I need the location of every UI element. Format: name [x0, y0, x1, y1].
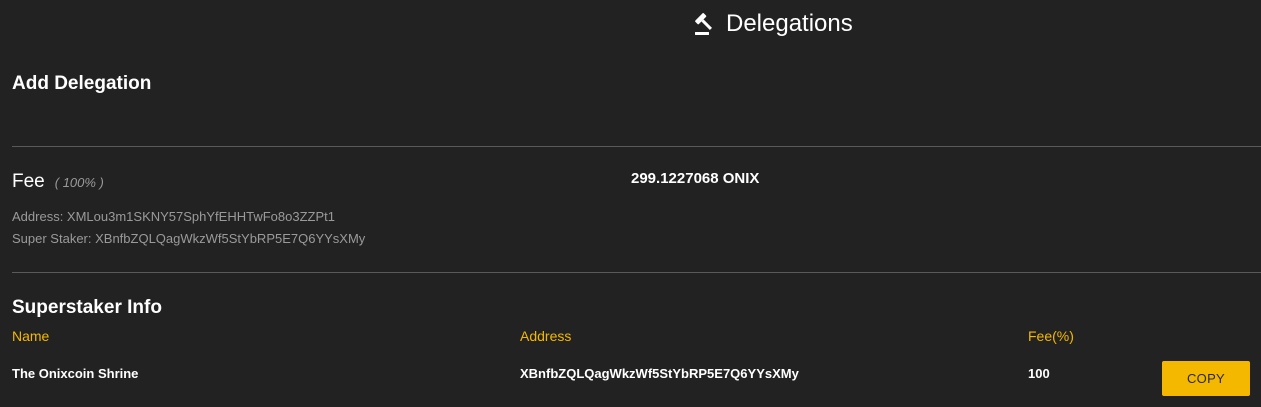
superstaker-name: The Onixcoin Shrine: [12, 366, 139, 381]
fee-row: Fee ( 100% ): [12, 171, 104, 193]
column-header-address: Address: [520, 328, 572, 344]
add-delegation-title: Add Delegation: [12, 73, 152, 94]
divider: [12, 272, 1261, 273]
gavel-icon: [694, 12, 718, 36]
fee-label: Fee: [12, 171, 45, 192]
delegations-page: Delegations Add Delegation Fee ( 100% ) …: [0, 0, 1261, 407]
delegation-address: Address: XMLou3m1SKNY57SphYfEHHTwFo8o3ZZ…: [12, 209, 335, 224]
superstaker-address: XBnfbZQLQagWkzWf5StYbRP5E7Q6YYsXMy: [520, 366, 799, 381]
superstaker-fee: 100: [1028, 366, 1050, 381]
page-header: Delegations: [694, 10, 853, 38]
column-header-name: Name: [12, 328, 50, 344]
page-title: Delegations: [726, 10, 853, 37]
copy-button[interactable]: COPY: [1162, 361, 1250, 396]
divider: [12, 146, 1261, 147]
column-header-fee: Fee(%): [1028, 328, 1074, 344]
superstaker-info-title: Superstaker Info: [12, 297, 162, 318]
super-staker-address: Super Staker: XBnfbZQLQagWkzWf5StYbRP5E7…: [12, 231, 366, 246]
fee-percent: ( 100% ): [54, 175, 104, 190]
fee-amount: 299.1227068 ONIX: [631, 170, 760, 187]
